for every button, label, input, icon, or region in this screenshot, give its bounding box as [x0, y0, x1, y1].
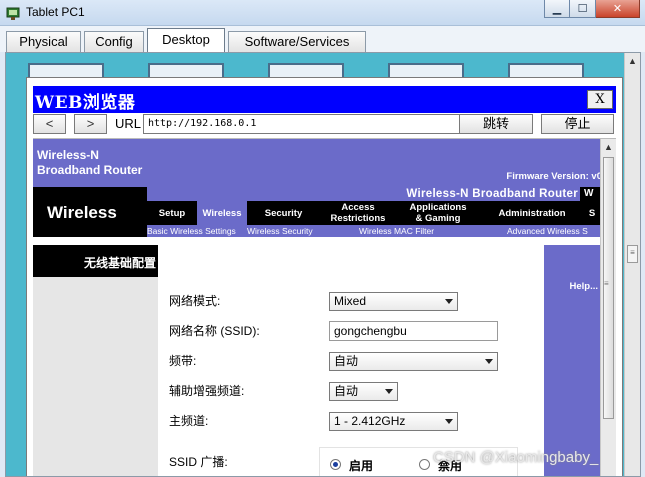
scroll-up-icon[interactable]: ▲: [628, 56, 637, 66]
submenu-mac-filter[interactable]: Wireless MAC Filter: [359, 225, 434, 237]
band-select[interactable]: 自动: [329, 352, 498, 371]
minimize-button[interactable]: ▁: [544, 0, 570, 18]
menu-setup[interactable]: Setup: [147, 201, 197, 225]
router-web-page: Wireless-N Broadband Router Firmware Ver…: [33, 138, 616, 476]
browser-title: WEB浏览器: [35, 93, 136, 113]
tablet-pc-icon: [6, 7, 20, 20]
broadcast-enable-radio[interactable]: [330, 459, 341, 470]
submenu-wireless-security[interactable]: Wireless Security: [247, 225, 313, 237]
ssid-input[interactable]: gongchengbu: [329, 321, 498, 341]
desktop-app-icon[interactable]: [148, 63, 224, 77]
channel-label: 主频道:: [169, 414, 209, 428]
channel-select[interactable]: 1 - 2.412GHz: [329, 412, 458, 431]
desktop-app-icon[interactable]: [28, 63, 104, 77]
desktop-app-icon[interactable]: [268, 63, 344, 77]
router-nav-area: Wireless Wireless-N Broadband Router W S…: [33, 187, 600, 237]
model-tail: W: [580, 187, 600, 201]
sideband-label: 辅助增强频道:: [169, 384, 245, 398]
scroll-grip-icon[interactable]: ≡: [627, 245, 638, 263]
stop-button[interactable]: 停止: [541, 114, 614, 134]
chevron-down-icon: [445, 299, 453, 304]
tab-desktop[interactable]: Desktop: [147, 28, 225, 52]
sidebar-title: 无线基础配置: [33, 245, 158, 277]
menu-wireless[interactable]: Wireless: [197, 201, 247, 225]
router-body: 无线基础配置 Help... 网络模式: Mixed 网络名称 (SSID): …: [33, 237, 600, 476]
router-brand: Wireless-N Broadband Router: [37, 148, 143, 177]
menu-applications-gaming[interactable]: Applications & Gaming: [396, 201, 480, 225]
submenu-basic-wireless[interactable]: Basic Wireless Settings: [147, 225, 236, 237]
firmware-version: Firmware Version: v0: [506, 171, 602, 182]
help-column: Help...: [544, 245, 600, 476]
url-input[interactable]: http://192.168.0.1: [143, 114, 463, 134]
maximize-button[interactable]: ☐: [570, 0, 596, 18]
scroll-thumb[interactable]: [603, 157, 614, 419]
model-name: Wireless-N Broadband Router: [406, 188, 578, 200]
router-header: Wireless-N Broadband Router Firmware Ver…: [33, 139, 602, 187]
band-label: 频带:: [169, 354, 197, 368]
tab-config[interactable]: Config: [84, 31, 144, 52]
router-submenu: Basic Wireless Settings Wireless Securit…: [147, 225, 600, 237]
window-title: Tablet PC1: [26, 5, 85, 19]
menu-security[interactable]: Security: [247, 201, 320, 225]
broadcast-enable-label[interactable]: 启用: [349, 457, 373, 474]
menu-status[interactable]: S: [584, 201, 600, 225]
scroll-up-icon[interactable]: ▲: [604, 142, 613, 152]
section-title: Wireless: [47, 203, 117, 222]
tab-physical[interactable]: Physical: [6, 31, 81, 52]
desktop-area: ▲ ≡ WEB浏览器 X < > URL http://192.168.0.1 …: [5, 52, 641, 477]
model-bar: Wireless-N Broadband Router W: [147, 187, 600, 201]
page-scrollbar[interactable]: ▲ ≡: [600, 139, 616, 476]
tab-software-services[interactable]: Software/Services: [228, 31, 366, 52]
go-button[interactable]: 跳转: [459, 114, 533, 134]
ssid-label: 网络名称 (SSID):: [169, 324, 260, 338]
router-sidebar: 无线基础配置: [33, 245, 158, 476]
scroll-grip-icon: ≡: [604, 279, 609, 288]
chevron-down-icon: [385, 389, 393, 394]
csdn-watermark: CSDN @Xiaomingbaby_: [433, 449, 599, 466]
tab-strip: Physical Config Desktop Software/Service…: [0, 26, 645, 52]
chevron-down-icon: [485, 359, 493, 364]
browser-titlebar: WEB浏览器 X: [33, 86, 616, 113]
chevron-down-icon: [445, 419, 453, 424]
url-label: URL: [115, 116, 142, 131]
menu-administration[interactable]: Administration: [480, 201, 584, 225]
submenu-advanced-wireless[interactable]: Advanced Wireless S: [507, 225, 588, 237]
network-mode-label: 网络模式:: [169, 294, 221, 308]
ssid-broadcast-label: SSID 广播:: [169, 455, 228, 469]
desktop-app-icon[interactable]: [388, 63, 464, 77]
browser-close-button[interactable]: X: [587, 90, 613, 109]
broadcast-disable-radio[interactable]: [419, 459, 430, 470]
window-titlebar: Tablet PC1 ▁ ☐ ✕: [0, 0, 645, 26]
help-link[interactable]: Help...: [569, 281, 598, 292]
web-browser-window: WEB浏览器 X < > URL http://192.168.0.1 跳转 停…: [26, 77, 623, 476]
network-mode-select[interactable]: Mixed: [329, 292, 458, 311]
close-window-button[interactable]: ✕: [596, 0, 640, 18]
desktop-scrollbar[interactable]: ▲ ≡: [624, 53, 640, 476]
sideband-select[interactable]: 自动: [329, 382, 398, 401]
forward-button[interactable]: >: [74, 114, 107, 134]
menu-access-restrictions[interactable]: Access Restrictions: [320, 201, 396, 225]
desktop-app-icon[interactable]: [508, 63, 584, 77]
window-controls: ▁ ☐ ✕: [544, 0, 640, 18]
router-menu: Wireless-N Broadband Router W Setup Wire…: [147, 187, 600, 237]
back-button[interactable]: <: [33, 114, 66, 134]
browser-navbar: < > URL http://192.168.0.1 跳转 停止: [33, 114, 616, 136]
